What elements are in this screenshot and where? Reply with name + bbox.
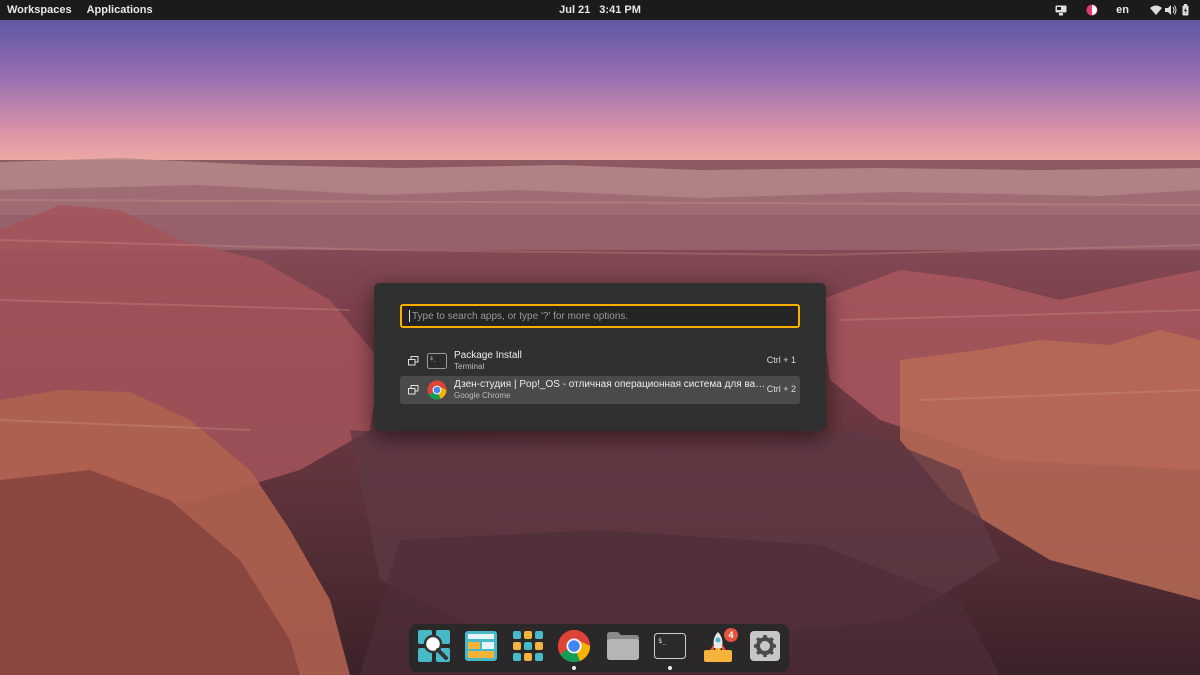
keyboard-layout-indicator[interactable]: en — [1116, 4, 1129, 16]
running-indicator — [668, 666, 672, 670]
running-indicator — [572, 666, 576, 670]
text-caret — [409, 310, 410, 322]
svg-text:$_: $_ — [430, 356, 437, 362]
window-icon — [406, 383, 420, 397]
launcher-search-icon — [418, 629, 450, 667]
updates-badge: 4 — [724, 628, 738, 642]
settings-icon — [750, 630, 780, 666]
top-panel-left: Workspaces Applications — [7, 0, 153, 20]
launcher-result-selected[interactable]: Дзен-студия | Pop!_OS - отличная операци… — [400, 376, 800, 404]
top-panel: Workspaces Applications Jul 21 3:41 PM e… — [0, 0, 1200, 20]
clock-date[interactable]: Jul 21 — [559, 4, 590, 16]
dock-item-settings[interactable] — [748, 630, 782, 666]
result-title: Package Install — [454, 350, 522, 361]
dock-item-pop-shop[interactable] — [464, 630, 498, 666]
screen-share-icon[interactable] — [1054, 4, 1067, 17]
files-icon — [607, 631, 639, 665]
chrome-icon — [557, 629, 591, 668]
workspaces-button[interactable]: Workspaces — [7, 4, 72, 16]
svg-text:$_: $_ — [658, 637, 667, 645]
user-status-icon[interactable] — [1085, 4, 1098, 17]
dock-item-app-grid[interactable] — [511, 630, 545, 666]
terminal-icon: $_ — [427, 351, 447, 371]
app-grid-icon — [513, 630, 543, 666]
result-shortcut: Ctrl + 2 — [766, 384, 796, 394]
result-subtitle: Google Chrome — [454, 391, 511, 400]
result-shortcut: Ctrl + 1 — [766, 355, 796, 365]
system-tray: en — [1054, 0, 1192, 20]
launcher-result[interactable]: $_ Package Install Terminal Ctrl + 1 — [400, 347, 800, 375]
search-box[interactable] — [400, 304, 800, 328]
dock-item-files[interactable] — [606, 631, 640, 665]
result-subtitle: Terminal — [454, 362, 485, 371]
pop-shop-icon — [465, 630, 497, 666]
chrome-icon — [427, 380, 447, 400]
search-input[interactable] — [402, 309, 794, 323]
clock-time[interactable]: 3:41 PM — [599, 4, 641, 16]
launcher-dialog: $_ Package Install Terminal Ctrl + 1 Дзе… — [374, 283, 826, 431]
result-title: Дзен-студия | Pop!_OS - отличная операци… — [454, 379, 769, 390]
battery-icon[interactable] — [1179, 4, 1192, 17]
dock-item-terminal[interactable]: $_ — [653, 631, 687, 670]
clock: Jul 21 3:41 PM — [0, 0, 1200, 20]
dock-item-launcher[interactable] — [417, 629, 451, 667]
wifi-icon[interactable] — [1149, 4, 1162, 17]
dock-item-updater[interactable]: 4 — [701, 628, 738, 665]
applications-button[interactable]: Applications — [87, 4, 153, 16]
volume-icon[interactable] — [1164, 4, 1177, 17]
terminal-icon: $_ — [654, 632, 686, 664]
dock-item-chrome[interactable] — [557, 629, 591, 670]
window-icon — [406, 354, 420, 368]
dock: $_ 4 — [409, 624, 789, 672]
